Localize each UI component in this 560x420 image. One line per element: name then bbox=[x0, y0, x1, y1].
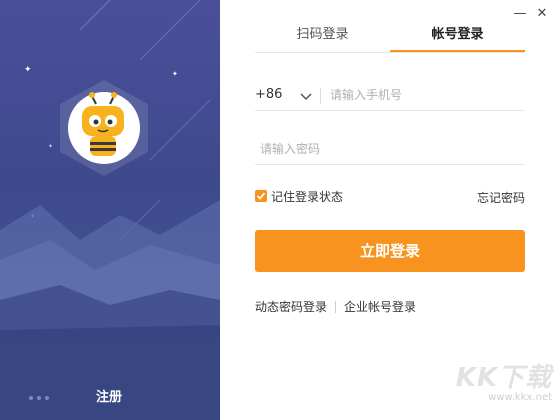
password-field bbox=[255, 134, 525, 165]
app-logo bbox=[52, 76, 156, 180]
watermark-logo: KK下载 bbox=[455, 363, 552, 393]
watermark: KK下载 www.kkx.net bbox=[456, 364, 552, 404]
tabs-divider bbox=[255, 52, 525, 53]
register-link[interactable]: 注册 bbox=[96, 386, 122, 405]
close-button[interactable]: ✕ bbox=[534, 6, 550, 22]
tab-account-login[interactable]: 帐号登录 bbox=[390, 24, 525, 52]
night-mountain-background: ✦ ✦ ✦ ✦ bbox=[0, 0, 220, 420]
dynamic-password-login-link[interactable]: 动态密码登录 bbox=[255, 298, 327, 315]
watermark-url: www.kkx.net bbox=[488, 392, 552, 403]
check-icon bbox=[256, 192, 266, 200]
phone-field: +86 bbox=[255, 80, 525, 111]
remember-checkbox[interactable] bbox=[255, 190, 267, 202]
dots-decoration-icon bbox=[28, 388, 68, 400]
login-tabs: 扫码登录 帐号登录 bbox=[255, 24, 525, 52]
link-separator bbox=[335, 300, 337, 313]
left-panel: ✦ ✦ ✦ ✦ bbox=[0, 0, 220, 420]
enterprise-login-link[interactable]: 企业帐号登录 bbox=[344, 298, 416, 315]
country-code-select[interactable]: +86 bbox=[255, 87, 282, 102]
remember-label: 记住登录状态 bbox=[271, 189, 344, 204]
password-input[interactable] bbox=[260, 137, 510, 161]
field-divider bbox=[320, 88, 321, 104]
chevron-down-icon[interactable] bbox=[299, 88, 313, 101]
alt-login-links: 动态密码登录 企业帐号登录 bbox=[255, 298, 416, 315]
login-panel: — ✕ 扫码登录 帐号登录 +86 记住登录状态 忘记密码 立即登录 动态密码登… bbox=[220, 0, 560, 420]
svg-text:✦: ✦ bbox=[24, 65, 32, 75]
phone-input[interactable] bbox=[330, 83, 520, 107]
login-button[interactable]: 立即登录 bbox=[255, 230, 525, 272]
remember-login-row[interactable]: 记住登录状态 bbox=[255, 188, 343, 204]
minimize-button[interactable]: — bbox=[512, 6, 528, 22]
svg-text:✦: ✦ bbox=[172, 70, 178, 78]
tab-scan-login[interactable]: 扫码登录 bbox=[255, 24, 390, 52]
forgot-password-link[interactable]: 忘记密码 bbox=[477, 189, 525, 206]
